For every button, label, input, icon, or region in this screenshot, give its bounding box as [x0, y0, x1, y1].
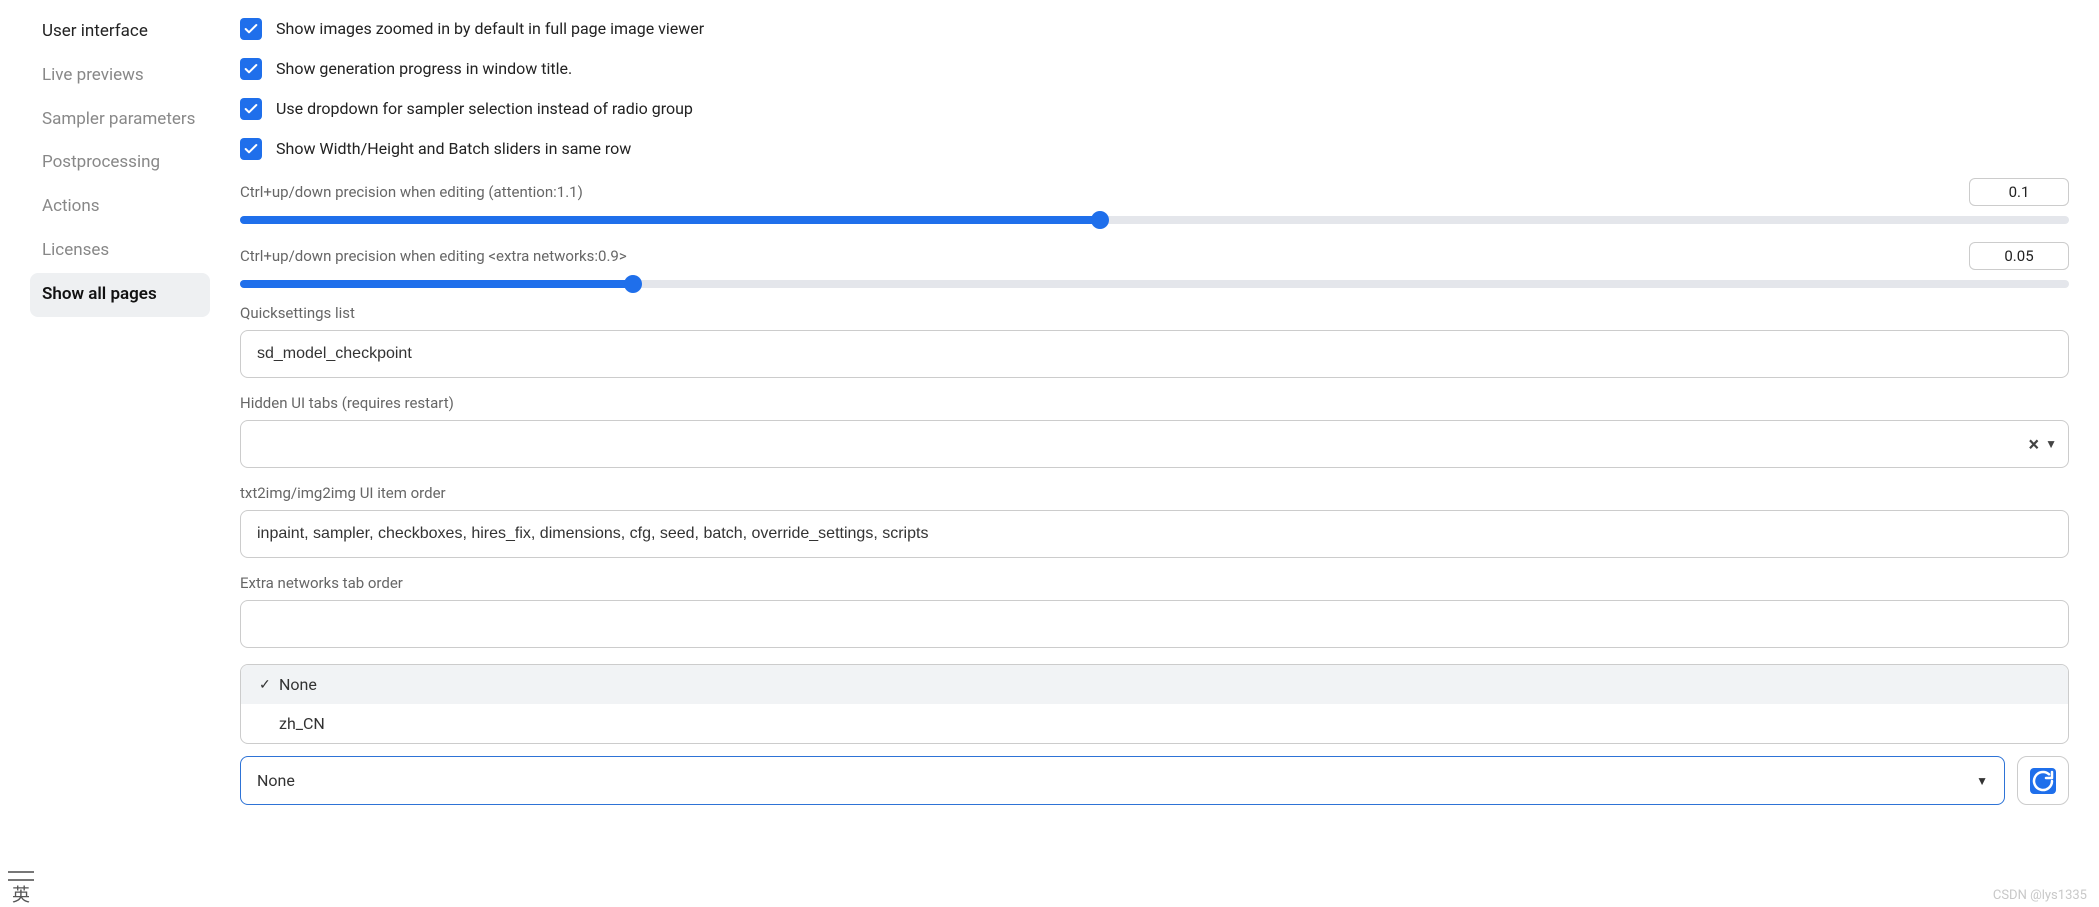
localization-option-label: None: [279, 675, 317, 694]
ime-indicator[interactable]: 英: [0, 871, 42, 907]
localization-option-zh-cn[interactable]: zh_CN: [241, 704, 2068, 743]
slider-thumb[interactable]: [624, 275, 642, 293]
refresh-icon: [2030, 768, 2056, 794]
sidebar-item-show-all-pages[interactable]: Show all pages: [30, 273, 210, 317]
checkbox-zoomed-images-label: Show images zoomed in by default in full…: [276, 19, 704, 40]
slider-precision-extra-value[interactable]: 0.05: [1969, 242, 2069, 270]
check-icon: [243, 21, 259, 37]
sidebar-item-postprocessing[interactable]: Postprocessing: [30, 141, 210, 185]
slider-precision-attention[interactable]: [240, 216, 2069, 224]
sidebar-item-live-previews[interactable]: Live previews: [30, 54, 210, 98]
sidebar-item-sampler-parameters[interactable]: Sampler parameters: [30, 98, 210, 142]
check-mark-icon: ✓: [259, 677, 279, 693]
checkbox-sliders-same-row[interactable]: [240, 138, 262, 160]
hidden-tabs-label: Hidden UI tabs (requires restart): [240, 394, 2069, 412]
slider-precision-attention-label: Ctrl+up/down precision when editing (att…: [240, 183, 583, 201]
localization-options: ✓ None zh_CN: [240, 664, 2069, 744]
chevron-down-icon[interactable]: ▼: [2045, 437, 2057, 451]
check-icon: [243, 101, 259, 117]
sidebar-item-user-interface[interactable]: User interface: [30, 10, 210, 54]
item-order-label: txt2img/img2img UI item order: [240, 484, 2069, 502]
checkbox-progress-title[interactable]: [240, 58, 262, 80]
drag-handle-icon: [8, 871, 34, 881]
ime-label: 英: [0, 885, 42, 907]
slider-thumb[interactable]: [1091, 211, 1109, 229]
extra-order-input[interactable]: [240, 600, 2069, 648]
check-icon: [243, 61, 259, 77]
localization-select-value: None: [257, 771, 295, 790]
slider-precision-extra-label: Ctrl+up/down precision when editing <ext…: [240, 247, 627, 265]
refresh-button[interactable]: [2017, 756, 2069, 805]
slider-precision-extra[interactable]: [240, 280, 2069, 288]
slider-precision-attention-value[interactable]: 0.1: [1969, 178, 2069, 206]
chevron-down-icon: ▼: [1976, 774, 1988, 788]
localization-option-none[interactable]: ✓ None: [241, 665, 2068, 704]
item-order-input[interactable]: [240, 510, 2069, 558]
quicksettings-input[interactable]: [240, 330, 2069, 378]
checkbox-sampler-dropdown-label: Use dropdown for sampler selection inste…: [276, 99, 693, 120]
checkbox-zoomed-images[interactable]: [240, 18, 262, 40]
settings-sidebar: User interface Live previews Sampler par…: [30, 0, 210, 805]
checkbox-progress-title-label: Show generation progress in window title…: [276, 59, 572, 80]
clear-icon[interactable]: ×: [2028, 432, 2039, 456]
watermark: CSDN @lys1335: [1993, 888, 2087, 903]
sidebar-item-licenses[interactable]: Licenses: [30, 229, 210, 273]
sidebar-item-actions[interactable]: Actions: [30, 185, 210, 229]
check-icon: [243, 141, 259, 157]
extra-order-label: Extra networks tab order: [240, 574, 2069, 592]
quicksettings-label: Quicksettings list: [240, 304, 2069, 322]
hidden-tabs-input[interactable]: [240, 420, 2069, 468]
checkbox-sampler-dropdown[interactable]: [240, 98, 262, 120]
checkbox-sliders-same-row-label: Show Width/Height and Batch sliders in s…: [276, 139, 631, 160]
localization-select[interactable]: None ▼: [240, 756, 2005, 805]
localization-option-label: zh_CN: [279, 714, 325, 733]
settings-content: Show images zoomed in by default in full…: [210, 0, 2069, 805]
